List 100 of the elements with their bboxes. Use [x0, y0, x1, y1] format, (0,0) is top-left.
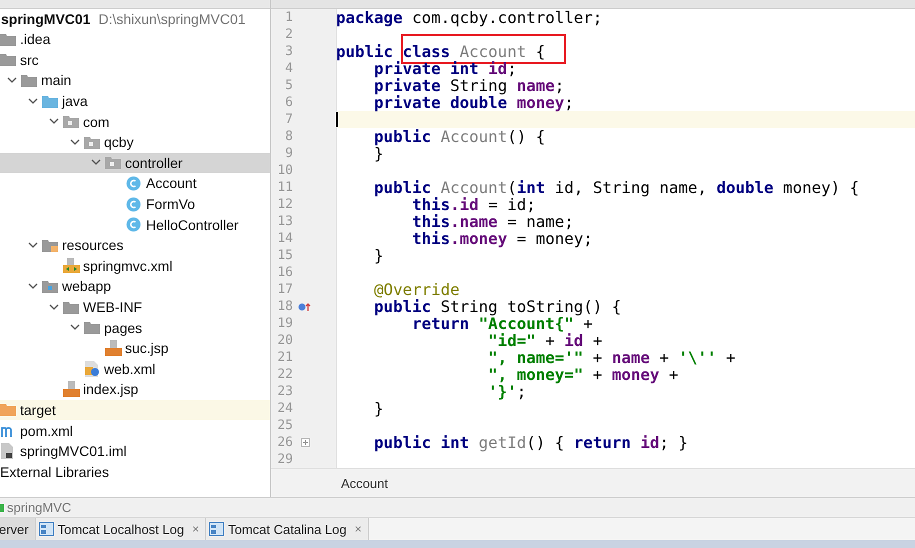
- package-folder-icon: [84, 136, 100, 149]
- folder-icon: [0, 403, 16, 416]
- tree-item[interactable]: suc.jsp: [0, 338, 270, 358]
- line-number: 25: [276, 417, 293, 434]
- line-number: 22: [276, 366, 293, 383]
- tree-item[interactable]: index.jsp: [0, 379, 270, 400]
- tree-item[interactable]: qcby: [0, 132, 270, 153]
- line-number: 29: [276, 451, 293, 468]
- class-icon: [126, 176, 141, 191]
- log-tab[interactable]: Tomcat Localhost Log ×: [36, 518, 206, 540]
- code-line: public Account() {: [373, 127, 546, 146]
- code-line: package com.qcby.controller;: [336, 9, 602, 27]
- code-line: private String name;: [373, 76, 564, 95]
- line-number: 21: [276, 349, 293, 366]
- folder-icon: [0, 32, 16, 46]
- tree-item[interactable]: com: [0, 111, 270, 132]
- chevron-down-icon[interactable]: [28, 242, 38, 249]
- tree-item[interactable]: target: [0, 400, 270, 420]
- code-line: public Account(int id, String name, double money) {: [373, 178, 860, 197]
- line-number: 1: [284, 9, 293, 26]
- line-number: 16: [276, 264, 293, 281]
- line-number: 6: [284, 94, 293, 111]
- tree-item[interactable]: webapp: [0, 276, 270, 297]
- chevron-down-icon[interactable]: [48, 118, 58, 126]
- log-tab[interactable]: Tomcat Catalina Log ×: [206, 518, 369, 540]
- code-line: private double money;: [373, 93, 574, 112]
- line-number: 17: [276, 281, 293, 298]
- resource-folder-icon: [42, 238, 58, 252]
- folder-icon: [63, 300, 79, 314]
- tree-item[interactable]: .idea: [0, 29, 270, 50]
- tree-item[interactable]: springmvc.xml: [0, 256, 270, 276]
- line-number: 10: [276, 162, 293, 179]
- folder-icon: [84, 321, 100, 334]
- chevron-down-icon[interactable]: [70, 138, 80, 146]
- folder-icon: [0, 53, 16, 66]
- chevron-down-icon[interactable]: [70, 324, 80, 332]
- tree-item[interactable]: controller: [0, 152, 270, 174]
- fold-icon[interactable]: [300, 438, 310, 447]
- line-number: 2: [284, 26, 293, 43]
- code-line: }: [373, 246, 384, 265]
- jsp-file-icon: [63, 381, 80, 398]
- tree-item[interactable]: src: [0, 50, 270, 70]
- code-line: this.id = id;: [412, 195, 536, 214]
- code-line: this.name = name;: [411, 212, 574, 231]
- line-number: 15: [276, 247, 293, 264]
- line-number: 19: [276, 315, 293, 332]
- code-line: this.money = money;: [411, 229, 593, 248]
- override-marker-icon[interactable]: [298, 302, 312, 312]
- tree-item[interactable]: FormVo: [0, 194, 270, 214]
- tree-item[interactable]: java: [0, 90, 270, 112]
- tree-item[interactable]: Account: [0, 173, 270, 194]
- package-folder-icon: [105, 156, 121, 170]
- line-number: 26: [276, 434, 293, 451]
- project-path: D:\shixun\springMVC01: [98, 11, 246, 27]
- chevron-down-icon[interactable]: [28, 98, 38, 105]
- code-line: public class Account {: [336, 42, 546, 61]
- tree-item[interactable]: WEB-INF: [0, 296, 270, 318]
- chevron-down-icon[interactable]: [6, 76, 16, 84]
- code-line: '}';: [487, 382, 526, 401]
- tree-item[interactable]: External Libraries: [0, 461, 270, 482]
- code-line: public String toString() {: [373, 297, 622, 316]
- line-number: 7: [284, 111, 293, 128]
- tree-item[interactable]: pages: [0, 317, 270, 338]
- close-button[interactable]: ×: [354, 522, 362, 536]
- line-number: 23: [276, 383, 293, 400]
- breadcrumb[interactable]: Account: [341, 476, 388, 490]
- tree-item[interactable]: HelloController: [0, 214, 270, 235]
- tree-item[interactable]: main: [0, 70, 270, 91]
- line-number: 12: [276, 196, 293, 213]
- code-line: @Override: [373, 280, 460, 299]
- chevron-down-icon[interactable]: [28, 282, 38, 290]
- line-number: 24: [276, 400, 293, 417]
- code-line: ", name='" + name + '\'' +: [487, 348, 736, 367]
- class-icon: [126, 217, 141, 232]
- tree-item[interactable]: springMVC01.iml: [0, 440, 270, 462]
- line-number: 18: [276, 298, 293, 315]
- tree-item[interactable]: web.xml: [0, 358, 270, 380]
- chevron-down-icon[interactable]: [90, 159, 100, 166]
- folder-icon: [42, 94, 58, 108]
- code-line: }: [373, 144, 384, 163]
- close-button[interactable]: ×: [192, 522, 200, 536]
- log-icon: [38, 522, 54, 536]
- class-icon: [126, 196, 141, 212]
- xml-file-icon: [63, 258, 80, 274]
- line-number: 11: [276, 179, 293, 196]
- chevron-down-icon[interactable]: [48, 304, 58, 311]
- web-folder-icon: [42, 280, 58, 293]
- jsp-file-icon: [105, 340, 122, 356]
- line-number: 9: [284, 145, 293, 162]
- code-line: return "Account{" +: [412, 314, 593, 333]
- line-number: 20: [276, 332, 293, 349]
- run-configuration: springMVC: [7, 500, 72, 515]
- tree-item[interactable]: resources: [0, 234, 270, 256]
- tree-item[interactable]: pom.xml: [0, 420, 270, 441]
- line-number: 5: [284, 77, 293, 94]
- line-number: 13: [276, 213, 293, 230]
- line-number: 3: [284, 43, 293, 60]
- code-line: }: [373, 399, 384, 418]
- project-name[interactable]: springMVC01: [1, 11, 90, 27]
- line-number: 8: [284, 128, 293, 145]
